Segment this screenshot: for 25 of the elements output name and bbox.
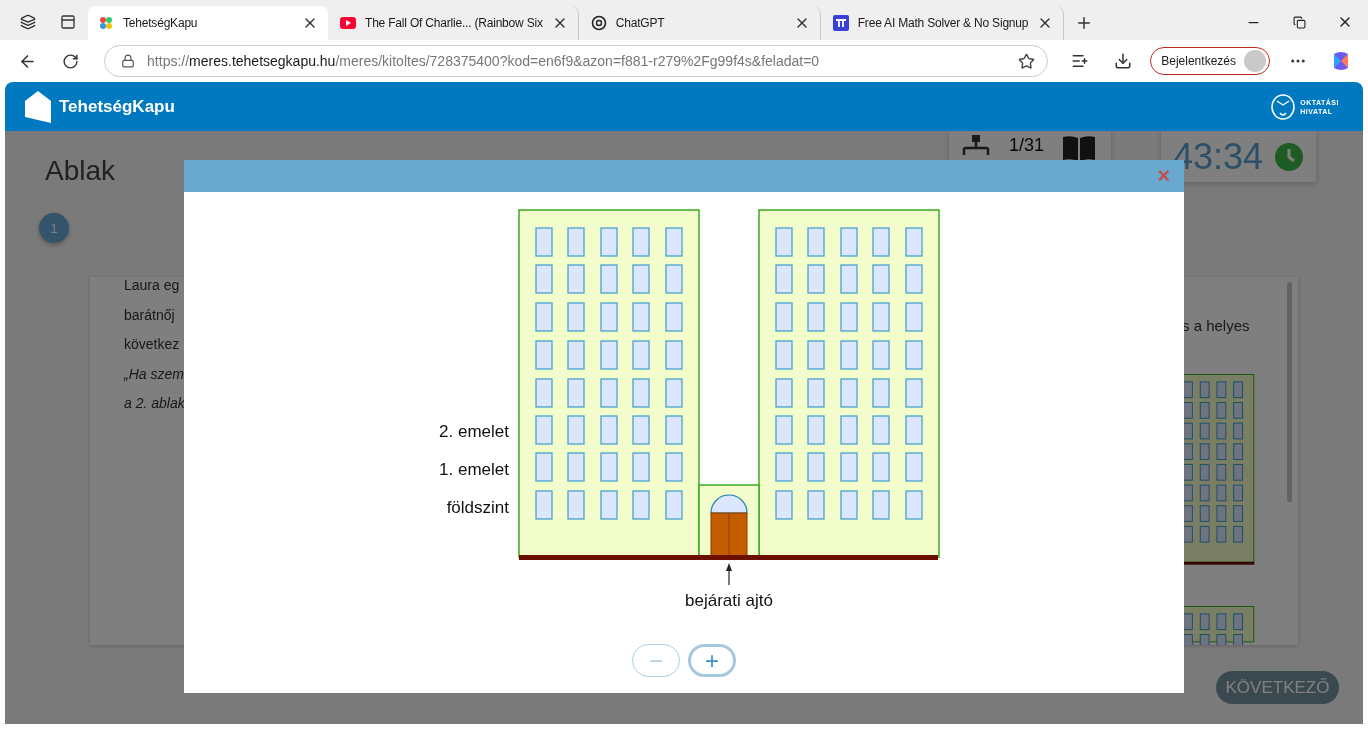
question-text: a 2. ablak xyxy=(124,394,186,413)
clock-icon xyxy=(1275,142,1304,171)
question-counter: 1/31 xyxy=(1009,135,1045,155)
play-logo-icon xyxy=(340,17,356,29)
door-label: bejárati ajtó xyxy=(685,591,773,610)
question-text: Laura eg xyxy=(124,277,181,295)
star-icon[interactable] xyxy=(1018,52,1036,70)
question-text: következ xyxy=(124,335,181,354)
avatar-icon xyxy=(1244,50,1266,72)
question-text: barátnőj xyxy=(124,305,176,325)
question-text: „Ha szem xyxy=(124,364,185,384)
house-logo-icon xyxy=(25,90,51,123)
pi-logo-icon xyxy=(832,15,849,31)
browser-tab[interactable]: TehetségKapu xyxy=(88,6,328,40)
lock-icon xyxy=(121,54,136,68)
brand-name: TehetségKapu xyxy=(59,96,175,117)
timer: 43:34 xyxy=(1173,135,1264,178)
floor-label: 2. emelet xyxy=(439,422,509,441)
scrollbar-thumb[interactable] xyxy=(1287,282,1292,502)
floor-label: földszint xyxy=(446,498,509,517)
floor-label: 1. emelet xyxy=(439,460,509,479)
arrow xyxy=(726,563,732,586)
book-icon[interactable] xyxy=(1062,135,1097,161)
zoom-button[interactable]: + xyxy=(688,644,736,677)
page-title: Ablak xyxy=(45,155,117,187)
